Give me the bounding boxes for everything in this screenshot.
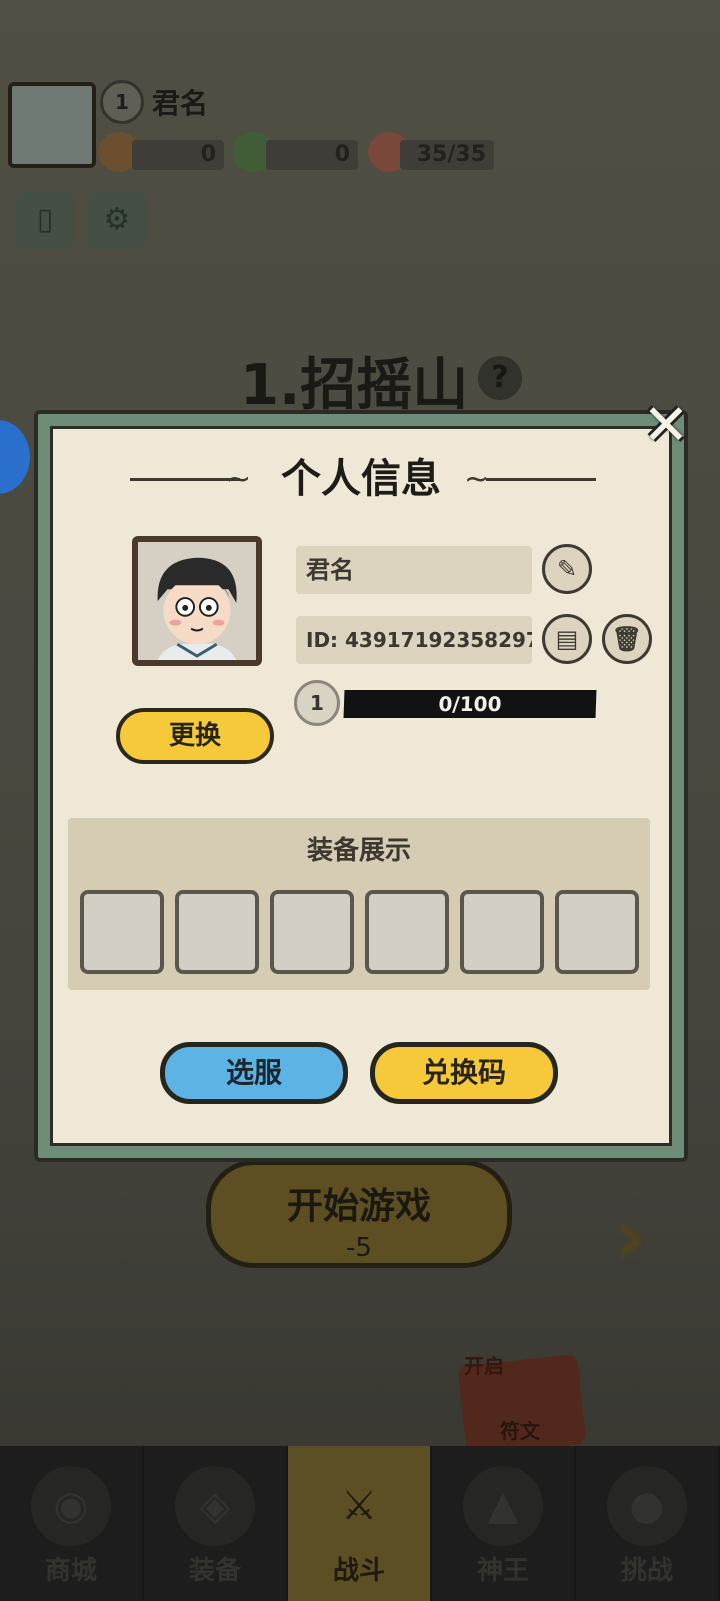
equipment-slot[interactable] (175, 890, 259, 974)
equipment-slot[interactable] (365, 890, 449, 974)
dialog-header: ~ 个人信息 ~ (46, 452, 676, 506)
player-id-field: ID: 439171923582976 (296, 616, 532, 664)
equipment-display-title: 装备展示 (306, 836, 411, 866)
player-level-badge: 1 (294, 680, 340, 726)
player-name-field: 君名 (296, 546, 532, 594)
equipment-slot[interactable] (460, 890, 544, 974)
title-divider-left (130, 478, 240, 481)
copy-id-icon[interactable]: ▤ (542, 614, 592, 664)
equipment-slot[interactable] (80, 890, 164, 974)
edit-name-brush-icon[interactable]: ✎ (542, 544, 592, 594)
dialog-paper (50, 426, 672, 1146)
equipment-slot[interactable] (270, 890, 354, 974)
select-server-button[interactable]: 选服 (160, 1042, 348, 1104)
cloud-ornament-icon: ~ (226, 462, 252, 497)
title-divider-right (486, 478, 596, 481)
change-avatar-button[interactable]: 更换 (116, 708, 274, 764)
close-icon[interactable]: ✕ (638, 398, 694, 454)
avatar-illustration (138, 542, 256, 660)
profile-dialog (34, 410, 688, 1162)
player-portrait (132, 536, 262, 666)
equipment-display-panel: 装备展示 (68, 818, 650, 990)
equipment-slot[interactable] (555, 890, 639, 974)
trash-icon[interactable]: 🗑 (602, 614, 652, 664)
exp-progress-text: 0/100 (438, 692, 502, 716)
redeem-code-button[interactable]: 兑换码 (370, 1042, 558, 1104)
exp-progress-bar: 0/100 (343, 690, 597, 718)
